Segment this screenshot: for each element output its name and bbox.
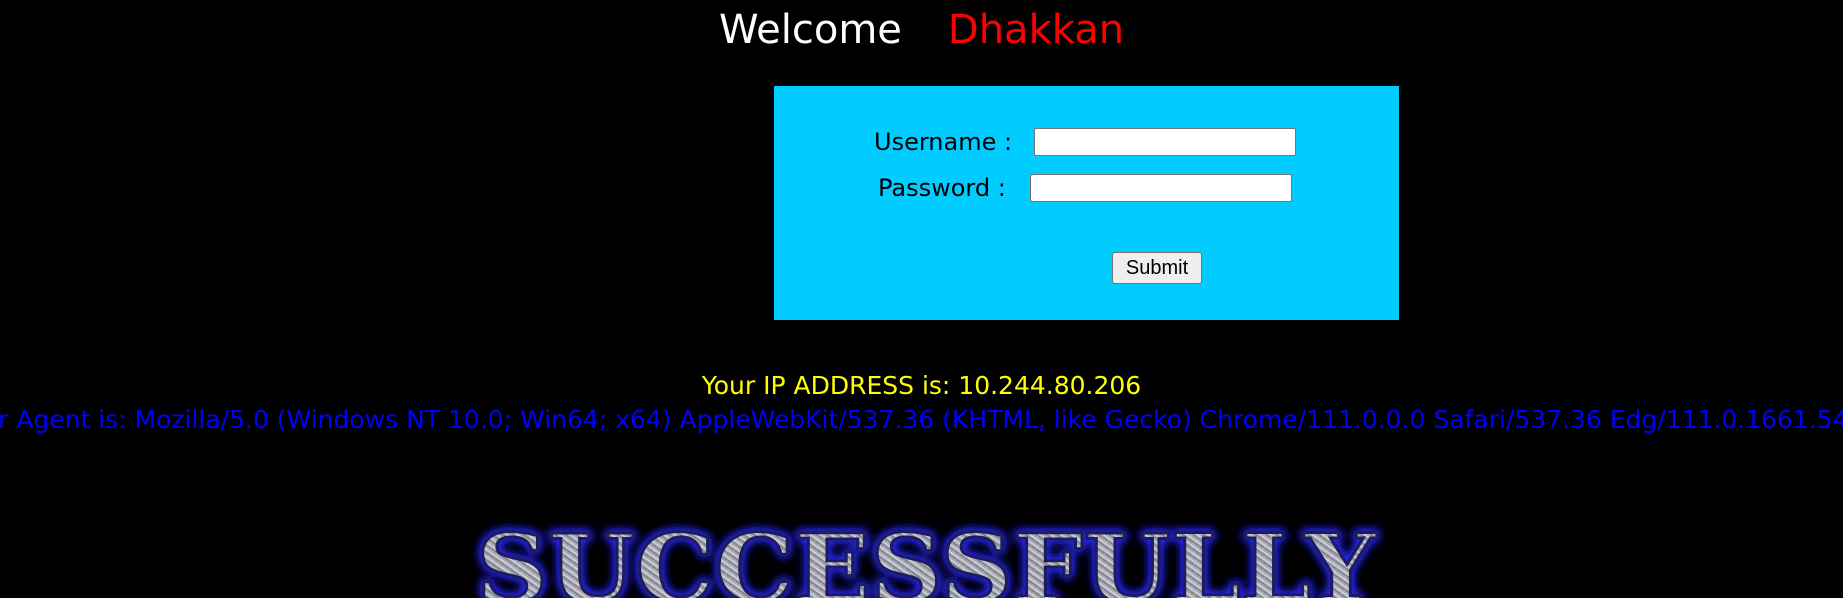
- password-row: Password :: [774, 171, 1399, 205]
- welcome-heading: Welcome Dhakkan: [0, 4, 1843, 56]
- submit-button[interactable]: Submit: [1112, 252, 1202, 284]
- username-label: Username :: [874, 128, 1013, 156]
- username-row: Username :: [774, 125, 1399, 159]
- welcome-text: Welcome: [718, 7, 902, 53]
- user-agent-text: Your User Agent is: Mozilla/5.0 (Windows…: [0, 405, 1843, 434]
- login-form: Username : Password : Submit: [774, 86, 1399, 320]
- banner-graphic: SUCCESSFULLY: [475, 513, 1379, 598]
- password-label: Password :: [878, 174, 1006, 202]
- page: Welcome Dhakkan Username : Password : Sub…: [0, 0, 1843, 598]
- welcome-name: Dhakkan: [947, 7, 1125, 53]
- password-input[interactable]: [1030, 174, 1292, 202]
- banner-text: SUCCESSFULLY: [476, 514, 1377, 598]
- successfully-banner: SUCCESSFULLY: [466, 505, 1386, 598]
- user-agent-row: Your User Agent is: Mozilla/5.0 (Windows…: [0, 403, 1843, 437]
- username-input[interactable]: [1034, 128, 1296, 156]
- ip-address-text: Your IP ADDRESS is: 10.244.80.206: [701, 371, 1142, 400]
